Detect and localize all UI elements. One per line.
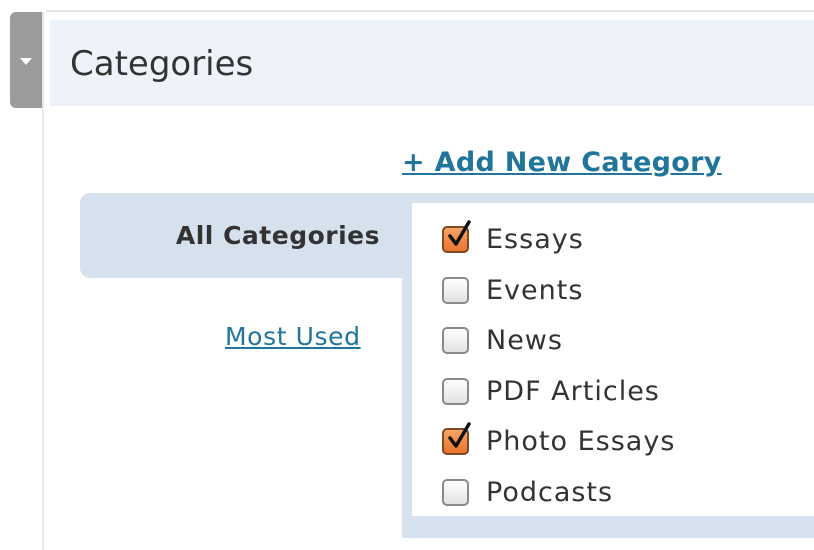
category-checkbox[interactable] — [442, 377, 469, 405]
panel-title: Categories — [70, 44, 254, 84]
category-checkbox[interactable] — [442, 220, 471, 253]
category-label: Podcasts — [486, 476, 614, 508]
chevron-down-icon — [20, 58, 32, 65]
tab-all-categories-label: All Categories — [175, 221, 380, 250]
tab-most-used[interactable]: Most Used — [225, 322, 361, 351]
category-checklist-panel: Essays Events News PDF Articles Photo Es… — [402, 193, 814, 538]
panel-collapse-toggle[interactable] — [10, 12, 42, 108]
category-checkbox[interactable] — [442, 276, 469, 304]
category-checkbox[interactable] — [442, 478, 469, 506]
tab-all-categories[interactable]: All Categories — [80, 193, 410, 278]
checkmark-icon — [448, 422, 471, 448]
category-label: Events — [486, 274, 584, 306]
panel-left-border — [42, 12, 44, 550]
top-divider — [46, 10, 814, 12]
category-checkbox[interactable] — [442, 327, 469, 354]
panel-header[interactable]: Categories — [50, 20, 814, 106]
category-label: News — [486, 325, 563, 356]
category-label: Photo Essays — [486, 426, 676, 457]
category-checklist-inner: Essays Events News PDF Articles Photo Es… — [412, 203, 814, 516]
checkmark-icon — [448, 220, 471, 246]
add-new-category-link[interactable]: + Add New Category — [402, 147, 722, 178]
category-label: PDF Articles — [486, 375, 660, 407]
category-label: Essays — [486, 224, 584, 255]
category-checkbox[interactable] — [442, 422, 471, 455]
